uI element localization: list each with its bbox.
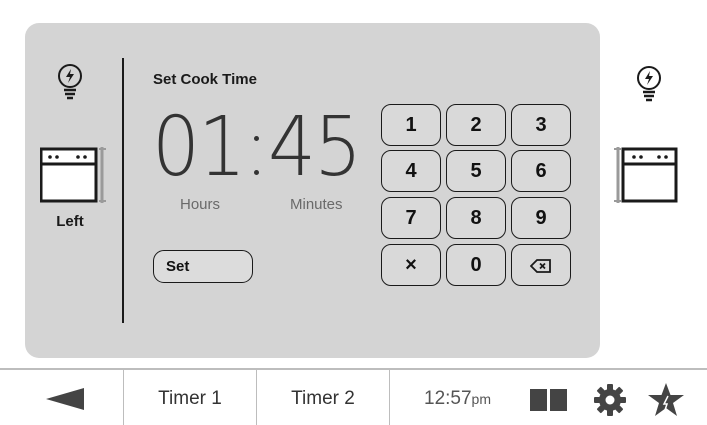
- clock-display: 12:57pm: [424, 370, 491, 425]
- clear-key[interactable]: ×: [381, 244, 441, 286]
- power-bulb-icon[interactable]: [55, 62, 85, 102]
- left-oven-label: Left: [56, 213, 84, 230]
- oven-control-screen: Left Set Cook Time 01 45 Hours Minutes S…: [0, 0, 707, 425]
- gear-icon[interactable]: [593, 383, 627, 417]
- backspace-icon: [529, 258, 551, 273]
- minutes-display: 45: [268, 100, 362, 195]
- key-4[interactable]: 4: [381, 150, 441, 192]
- panel-divider: [122, 58, 124, 323]
- clock-time: 12:57: [424, 388, 472, 409]
- star-icon[interactable]: [647, 382, 685, 418]
- nav-divider: [389, 370, 390, 425]
- key-7[interactable]: 7: [381, 197, 441, 239]
- key-2[interactable]: 2: [446, 104, 506, 146]
- time-colon: [254, 130, 260, 180]
- timer-1-tab[interactable]: Timer 1: [124, 370, 256, 425]
- key-1[interactable]: 1: [381, 104, 441, 146]
- key-8[interactable]: 8: [446, 197, 506, 239]
- clock-ampm: pm: [471, 391, 491, 407]
- key-3[interactable]: 3: [511, 104, 571, 146]
- back-arrow-icon[interactable]: [46, 388, 86, 410]
- backspace-key[interactable]: [511, 244, 571, 286]
- right-oven-icon[interactable]: [612, 145, 682, 205]
- key-5[interactable]: 5: [446, 150, 506, 192]
- minutes-label: Minutes: [290, 196, 343, 213]
- power-bulb-icon[interactable]: [634, 64, 664, 104]
- set-button[interactable]: Set: [153, 250, 253, 283]
- screen-title: Set Cook Time: [153, 71, 257, 88]
- hours-label: Hours: [180, 196, 221, 213]
- key-9[interactable]: 9: [511, 197, 571, 239]
- hours-display: 01: [152, 100, 246, 195]
- grid-icon[interactable]: [530, 389, 568, 411]
- bottom-nav-bar: Timer 1 Timer 2 12:57pm: [0, 368, 707, 425]
- left-oven-icon[interactable]: [40, 145, 110, 205]
- key-6[interactable]: 6: [511, 150, 571, 192]
- timer-2-tab[interactable]: Timer 2: [257, 370, 389, 425]
- key-0[interactable]: 0: [446, 244, 506, 286]
